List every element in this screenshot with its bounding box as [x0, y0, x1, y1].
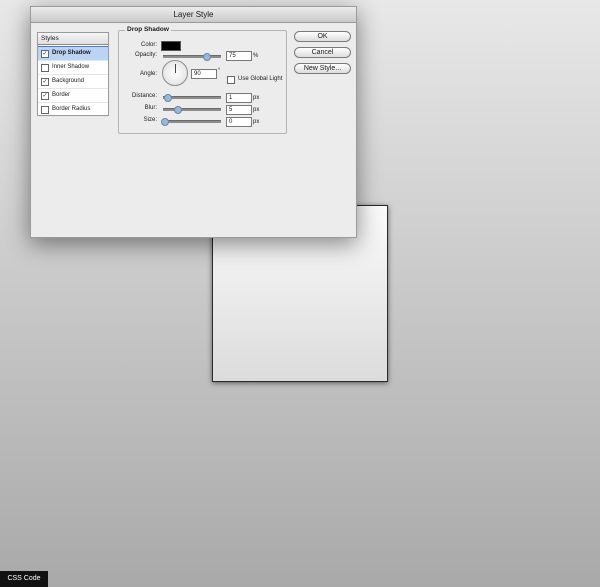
size-slider[interactable] [161, 118, 221, 126]
style-item-label: Inner Shadow [52, 64, 90, 70]
group-title: Drop Shadow [125, 26, 171, 33]
distance-unit: px [253, 95, 260, 101]
style-item-label: Border [52, 92, 71, 98]
blur-slider-thumb[interactable] [173, 106, 182, 114]
opacity-label: Opacity: [134, 52, 157, 58]
style-item-label: Background [52, 78, 85, 84]
angle-dial[interactable] [162, 60, 188, 86]
ok-button[interactable]: OK [294, 31, 351, 42]
angle-unit: ° [218, 68, 221, 74]
opacity-slider[interactable] [163, 53, 221, 61]
style-item-label: Border Radius [52, 106, 91, 112]
blur-unit: px [253, 107, 260, 113]
opacity-slider-thumb[interactable] [202, 53, 211, 61]
angle-input[interactable]: 90 [191, 69, 217, 79]
size-unit: px [253, 119, 260, 125]
size-label: Size: [143, 117, 157, 123]
style-item-border[interactable]: ✓ Border [38, 89, 108, 103]
background-checkbox[interactable]: ✓ [41, 78, 49, 86]
size-slider-thumb[interactable] [161, 118, 170, 126]
size-input[interactable]: 0 [226, 117, 252, 127]
use-global-light-label: Use Global Light [238, 76, 283, 82]
angle-label: Angle: [139, 71, 157, 77]
distance-input[interactable]: 1 [226, 93, 252, 103]
new-style-button[interactable]: New Style... [294, 63, 351, 74]
dialog-title: Layer Style [31, 7, 356, 23]
drop-shadow-checkbox[interactable]: ✓ [41, 50, 49, 58]
border-radius-checkbox[interactable] [41, 106, 49, 114]
distance-label: Distance: [131, 93, 157, 99]
style-item-inner-shadow[interactable]: Inner Shadow [38, 61, 108, 75]
opacity-unit: % [253, 53, 259, 59]
border-checkbox[interactable]: ✓ [41, 92, 49, 100]
styles-list: Styles ✓ Drop Shadow Inner Shadow ✓ Back… [37, 32, 109, 117]
inner-shadow-checkbox[interactable] [41, 64, 49, 72]
angle-dial-needle [175, 64, 176, 73]
color-label: Color: [140, 42, 157, 48]
distance-slider-thumb[interactable] [163, 94, 172, 102]
distance-slider[interactable] [163, 94, 221, 102]
use-global-light-checkbox[interactable] [227, 76, 235, 84]
style-item-label: Drop Shadow [52, 50, 91, 56]
blur-label: Blur: [144, 105, 157, 111]
css-code-button[interactable]: CSS Code [0, 571, 48, 587]
style-item-border-radius[interactable]: Border Radius [38, 103, 108, 117]
shadow-color-swatch[interactable] [161, 41, 181, 51]
drop-shadow-group: Drop Shadow Color: Opacity: 75 % Angle: … [118, 26, 287, 134]
blur-slider[interactable] [163, 106, 221, 114]
style-item-drop-shadow[interactable]: ✓ Drop Shadow [38, 46, 108, 61]
styles-header: Styles [38, 33, 108, 45]
style-item-background[interactable]: ✓ Background [38, 75, 108, 89]
cancel-button[interactable]: Cancel [294, 47, 351, 58]
opacity-input[interactable]: 75 [226, 51, 252, 61]
blur-input[interactable]: 5 [226, 105, 252, 115]
layer-style-dialog: Layer Style Styles ✓ Drop Shadow Inner S… [30, 6, 357, 238]
